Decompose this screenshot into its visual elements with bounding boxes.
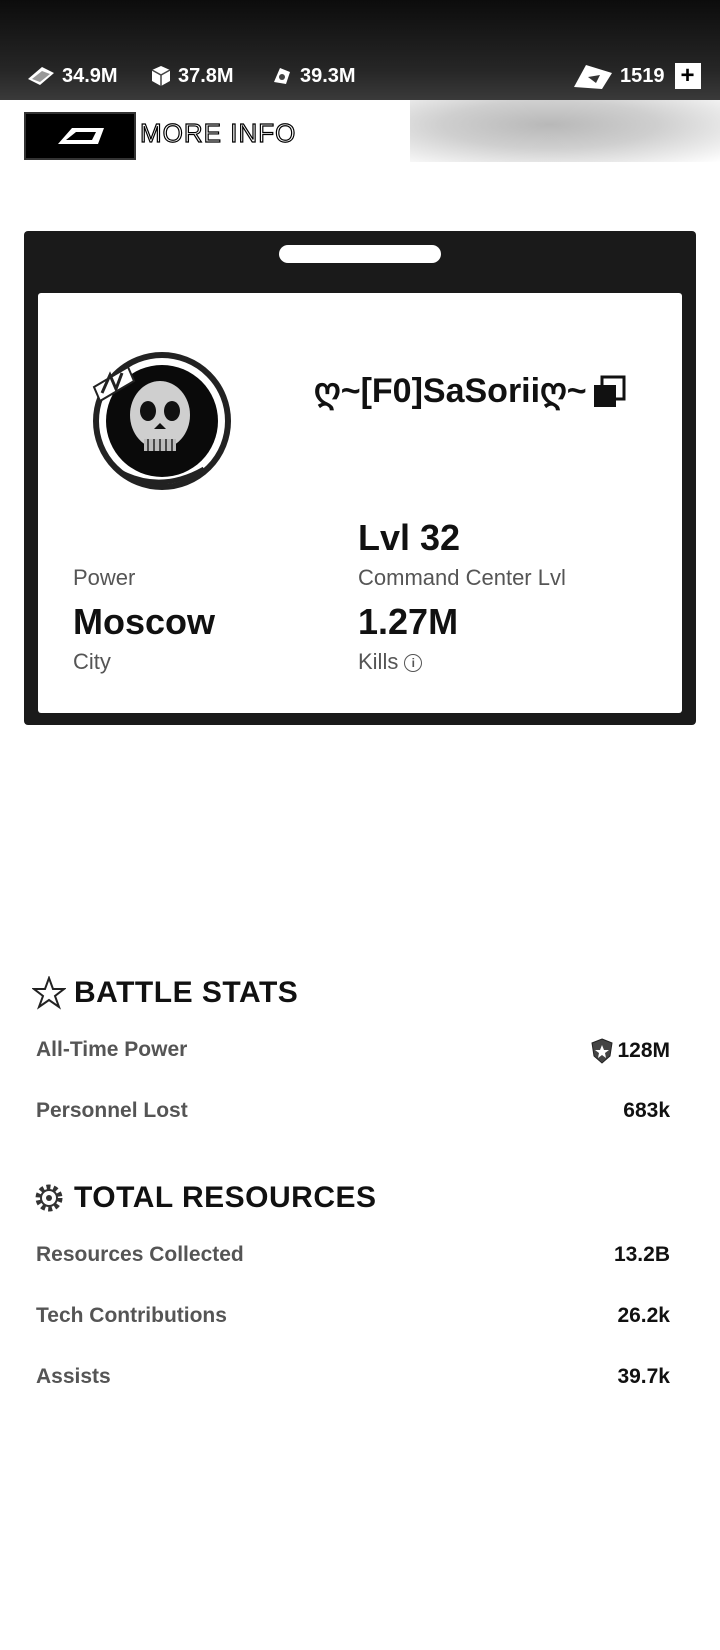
kills-label: Kills [358, 649, 399, 674]
supply-crate-icon [151, 66, 171, 86]
tech-contributions-label: Tech Contributions [36, 1304, 227, 1327]
header-brush-decoration [410, 100, 720, 162]
assists-value: 39.7k [617, 1365, 670, 1388]
battle-stats-title: BATTLE STATS [74, 976, 299, 1009]
fuel-resource[interactable]: 39.3M [270, 60, 356, 92]
star-icon [32, 976, 66, 1010]
personnel-lost-label: Personnel Lost [36, 1099, 188, 1122]
fuel-value: 39.3M [300, 64, 356, 87]
card-handle [279, 245, 441, 263]
resources-collected-label: Resources Collected [36, 1243, 244, 1266]
city-label: City [73, 649, 111, 674]
command-center-label: Command Center Lvl [358, 565, 566, 590]
gold-value: 1519 [620, 64, 665, 87]
skull-emblem-icon[interactable] [82, 343, 232, 493]
profile-card: ღ~[F0]SaSoriiღ~ Lvl 32 Power Command Cen… [24, 231, 696, 725]
city-value: Moscow [73, 601, 216, 642]
supply-resource[interactable]: 37.8M [150, 60, 234, 92]
shield-icon [591, 1038, 614, 1064]
kills-value: 1.27M [358, 601, 459, 642]
battle-stats-header: BATTLE STATS [32, 976, 298, 1010]
all-time-power-label: All-Time Power [36, 1038, 188, 1061]
supply-value: 37.8M [178, 64, 234, 87]
copy-icon[interactable] [592, 375, 626, 409]
gear-icon [35, 1184, 63, 1212]
personnel-lost-value: 683k [623, 1099, 670, 1122]
back-arrow-icon [58, 128, 104, 144]
resources-collected-value: 13.2B [613, 1243, 670, 1266]
kills-row: Kills i [358, 649, 423, 675]
command-center-level: Lvl 32 [358, 517, 461, 558]
profile-card-body: ღ~[F0]SaSoriiღ~ Lvl 32 Power Command Cen… [38, 293, 682, 713]
gold-resource[interactable]: 1519 + [572, 60, 701, 92]
all-time-power-value: 128M [591, 1038, 670, 1064]
cash-value: 34.9M [62, 64, 118, 87]
assists-label: Assists [36, 1365, 111, 1388]
page-title: MORE INFO [139, 117, 297, 148]
info-icon[interactable]: i [404, 654, 423, 672]
total-resources-header: TOTAL RESOURCES [32, 1181, 377, 1215]
all-time-power-number: 128M [617, 1039, 670, 1062]
gold-icon [574, 65, 612, 89]
cash-icon [28, 67, 54, 85]
cash-resource[interactable]: 34.9M [26, 60, 118, 92]
tech-contributions-value: 26.2k [617, 1304, 670, 1327]
fuel-icon [274, 68, 290, 84]
add-gold-button[interactable]: + [674, 63, 701, 89]
back-button[interactable] [24, 112, 136, 160]
total-resources-title: TOTAL RESOURCES [74, 1181, 377, 1214]
power-label: Power [73, 565, 136, 590]
player-name: ღ~[F0]SaSoriiღ~ [314, 372, 587, 410]
